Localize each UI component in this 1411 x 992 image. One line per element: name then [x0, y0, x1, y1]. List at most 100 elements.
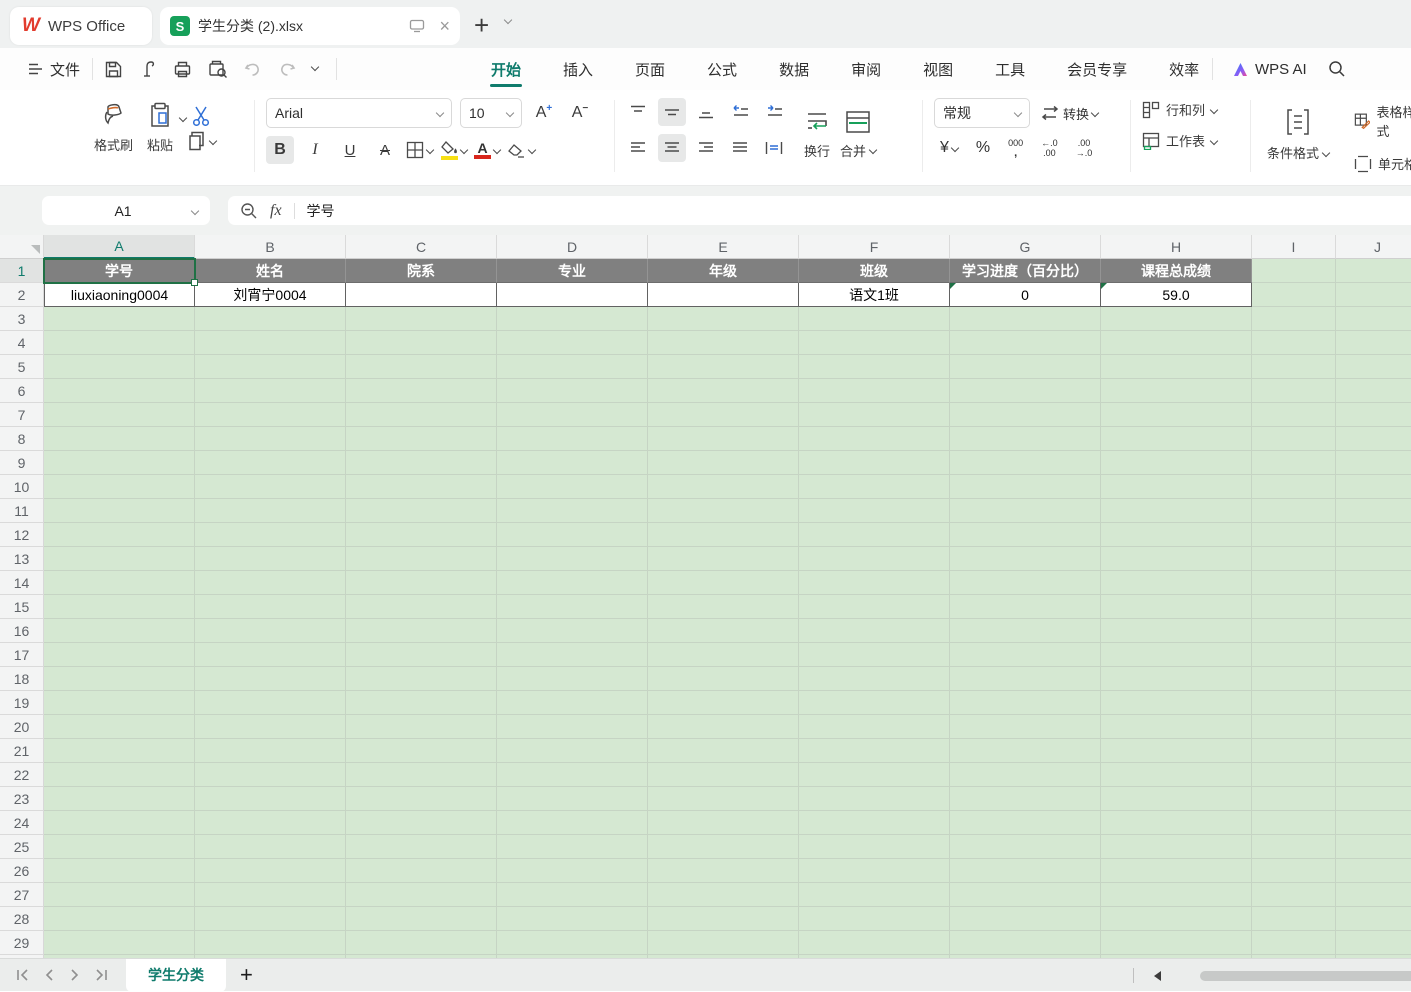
- cell-A19[interactable]: [44, 691, 195, 715]
- table-style-button[interactable]: 表格样式: [1354, 102, 1411, 140]
- cell-E18[interactable]: [648, 667, 799, 691]
- cell-D4[interactable]: [497, 331, 648, 355]
- cell-H11[interactable]: [1101, 499, 1252, 523]
- scroll-left-icon[interactable]: [1154, 971, 1161, 981]
- wps-office-button[interactable]: W WPS Office: [10, 7, 152, 45]
- cell-J14[interactable]: [1336, 571, 1411, 595]
- cell-D5[interactable]: [497, 355, 648, 379]
- paste-button[interactable]: 粘贴: [147, 98, 173, 156]
- cell-B13[interactable]: [195, 547, 346, 571]
- sheet-tab-active[interactable]: 学生分类: [126, 959, 226, 992]
- cell-H18[interactable]: [1101, 667, 1252, 691]
- cell-H29[interactable]: [1101, 931, 1252, 955]
- cell-F7[interactable]: [799, 403, 950, 427]
- row-header-25[interactable]: 25: [0, 835, 44, 859]
- cell-A10[interactable]: [44, 475, 195, 499]
- menu-tab-数据[interactable]: 数据: [758, 48, 830, 90]
- cell-H23[interactable]: [1101, 787, 1252, 811]
- print-icon[interactable]: [173, 60, 192, 79]
- cell-D16[interactable]: [497, 619, 648, 643]
- new-tab-button[interactable]: +: [474, 10, 489, 41]
- cell-A7[interactable]: [44, 403, 195, 427]
- cell-I20[interactable]: [1252, 715, 1336, 739]
- menu-tab-会员专享[interactable]: 会员专享: [1046, 48, 1148, 90]
- cell-A14[interactable]: [44, 571, 195, 595]
- cell-D13[interactable]: [497, 547, 648, 571]
- name-box[interactable]: A1: [42, 196, 210, 225]
- row-header-4[interactable]: 4: [0, 331, 44, 355]
- cell-J2[interactable]: [1336, 283, 1411, 307]
- cell-H5[interactable]: [1101, 355, 1252, 379]
- cell-G14[interactable]: [950, 571, 1101, 595]
- cell-G2[interactable]: 0: [950, 283, 1101, 307]
- cell-H22[interactable]: [1101, 763, 1252, 787]
- borders-button[interactable]: [406, 141, 433, 159]
- cell-H28[interactable]: [1101, 907, 1252, 931]
- row-header-13[interactable]: 13: [0, 547, 44, 571]
- cell-A28[interactable]: [44, 907, 195, 931]
- cell-F4[interactable]: [799, 331, 950, 355]
- cell-B11[interactable]: [195, 499, 346, 523]
- cell-B16[interactable]: [195, 619, 346, 643]
- thousands-separator-button[interactable]: 000,: [1008, 138, 1023, 158]
- cell-G6[interactable]: [950, 379, 1101, 403]
- cell-C5[interactable]: [346, 355, 497, 379]
- cell-E21[interactable]: [648, 739, 799, 763]
- cell-C21[interactable]: [346, 739, 497, 763]
- cell-E17[interactable]: [648, 643, 799, 667]
- cell-I8[interactable]: [1252, 427, 1336, 451]
- cell-D12[interactable]: [497, 523, 648, 547]
- cell-E25[interactable]: [648, 835, 799, 859]
- format-painter-button[interactable]: 格式刷: [94, 98, 133, 156]
- menu-tab-效率[interactable]: 效率: [1148, 48, 1220, 90]
- share-screen-icon[interactable]: [409, 19, 425, 33]
- row-header-15[interactable]: 15: [0, 595, 44, 619]
- cell-I29[interactable]: [1252, 931, 1336, 955]
- cell-C10[interactable]: [346, 475, 497, 499]
- cell-A23[interactable]: [44, 787, 195, 811]
- column-header-I[interactable]: I: [1252, 235, 1336, 259]
- cell-J7[interactable]: [1336, 403, 1411, 427]
- cell-B8[interactable]: [195, 427, 346, 451]
- cell-A4[interactable]: [44, 331, 195, 355]
- cell-A8[interactable]: [44, 427, 195, 451]
- cell-E6[interactable]: [648, 379, 799, 403]
- cell-A3[interactable]: [44, 307, 195, 331]
- cell-B23[interactable]: [195, 787, 346, 811]
- row-header-29[interactable]: 29: [0, 931, 44, 955]
- cell-B3[interactable]: [195, 307, 346, 331]
- menu-tab-开始[interactable]: 开始: [470, 48, 542, 90]
- clear-format-button[interactable]: [507, 142, 535, 158]
- cell-H20[interactable]: [1101, 715, 1252, 739]
- redo-icon[interactable]: [278, 61, 296, 78]
- cell-D15[interactable]: [497, 595, 648, 619]
- row-header-20[interactable]: 20: [0, 715, 44, 739]
- cell-B6[interactable]: [195, 379, 346, 403]
- cell-D2[interactable]: [497, 283, 648, 307]
- column-header-D[interactable]: D: [497, 235, 648, 259]
- cell-B17[interactable]: [195, 643, 346, 667]
- cell-B2[interactable]: 刘宵宁0004: [195, 283, 346, 307]
- cell-D19[interactable]: [497, 691, 648, 715]
- cell-G8[interactable]: [950, 427, 1101, 451]
- cell-G29[interactable]: [950, 931, 1101, 955]
- cell-C24[interactable]: [346, 811, 497, 835]
- cell-I11[interactable]: [1252, 499, 1336, 523]
- cell-G12[interactable]: [950, 523, 1101, 547]
- cell-G24[interactable]: [950, 811, 1101, 835]
- cell-G27[interactable]: [950, 883, 1101, 907]
- bold-button[interactable]: B: [266, 136, 294, 164]
- cell-C22[interactable]: [346, 763, 497, 787]
- column-header-E[interactable]: E: [648, 235, 799, 259]
- row-header-24[interactable]: 24: [0, 811, 44, 835]
- cell-A16[interactable]: [44, 619, 195, 643]
- cell-I4[interactable]: [1252, 331, 1336, 355]
- align-bottom-icon[interactable]: [692, 98, 720, 126]
- row-header-28[interactable]: 28: [0, 907, 44, 931]
- cell-G20[interactable]: [950, 715, 1101, 739]
- cell-C3[interactable]: [346, 307, 497, 331]
- cell-G13[interactable]: [950, 547, 1101, 571]
- cell-I12[interactable]: [1252, 523, 1336, 547]
- cell-C14[interactable]: [346, 571, 497, 595]
- cell-J22[interactable]: [1336, 763, 1411, 787]
